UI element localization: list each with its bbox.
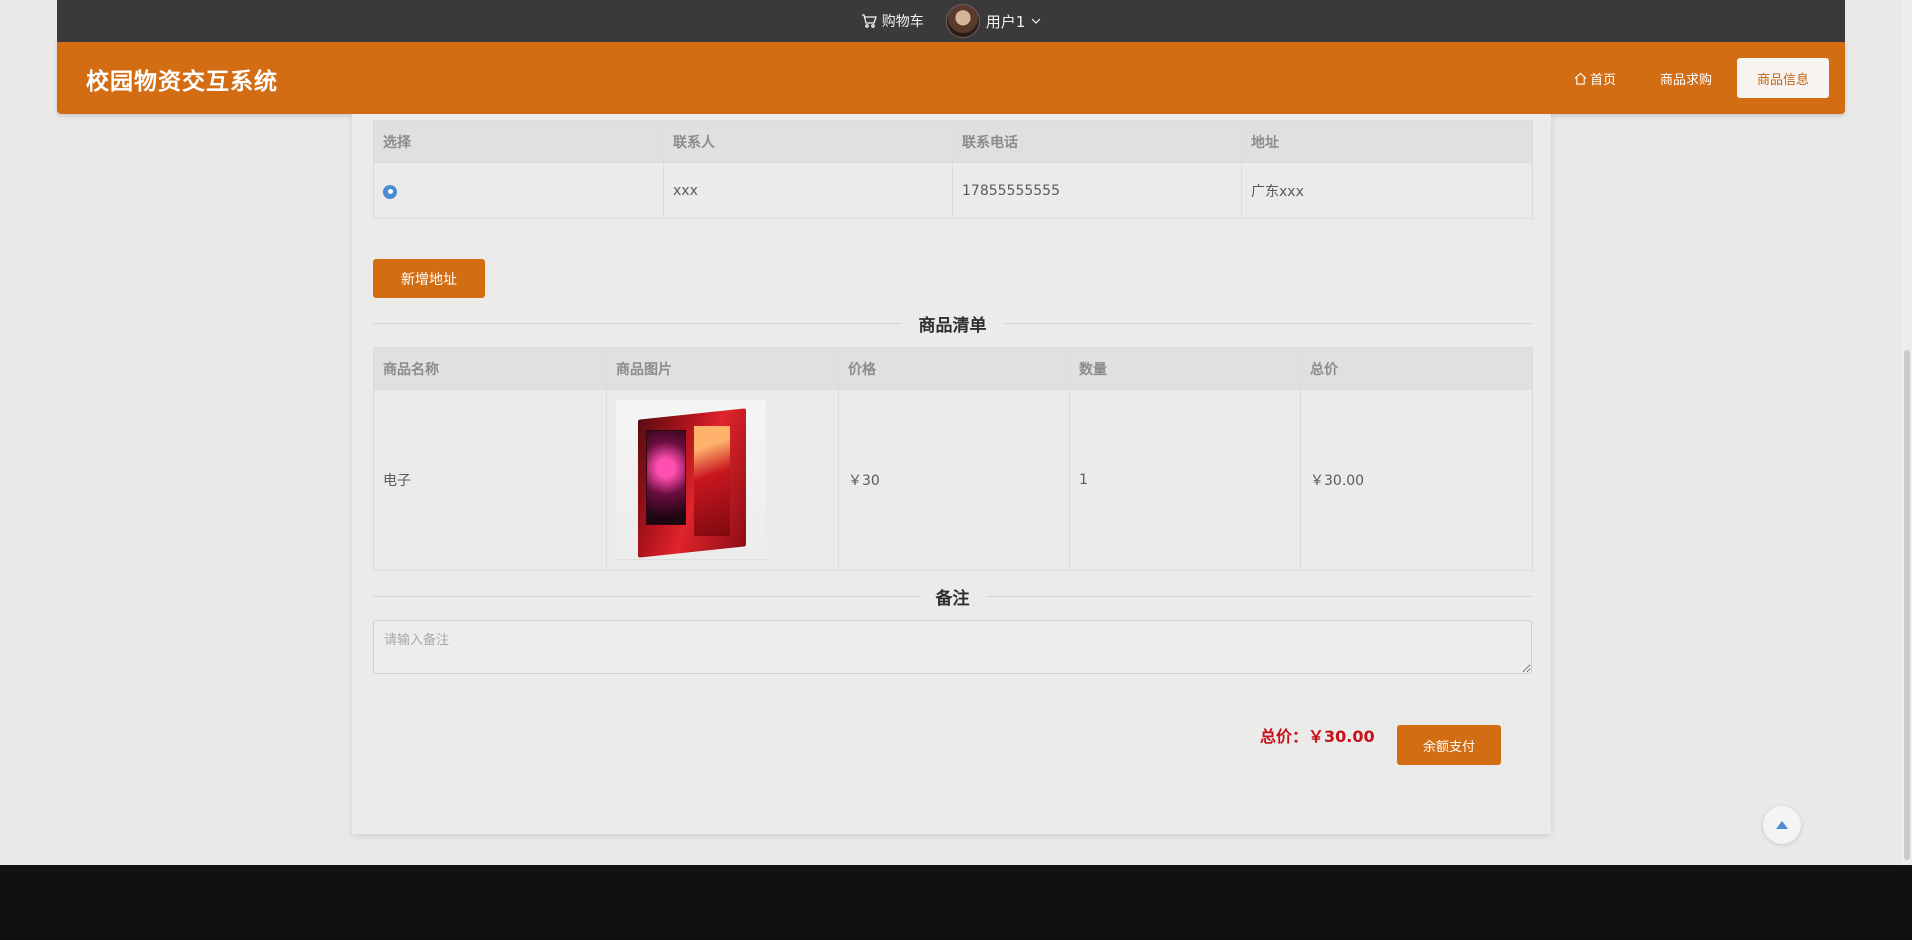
divider-line: [373, 322, 902, 324]
total-value: ￥30.00: [1308, 727, 1375, 746]
checkout-card: 选择 联系人 联系电话 地址 xxx 17855555555 广东xxx 新增地…: [352, 114, 1551, 834]
user-name: 用户1: [985, 12, 1026, 31]
remark-section-divider: 备注: [373, 586, 1532, 609]
main-nav: 首页 商品求购 商品信息: [1555, 58, 1829, 98]
quantity-cell: 1: [1069, 389, 1301, 571]
home-icon: [1574, 72, 1587, 85]
divider-line: [1003, 322, 1532, 324]
add-address-button[interactable]: 新增地址: [373, 259, 485, 298]
table-row[interactable]: xxx 17855555555 广东xxx: [373, 162, 1533, 219]
total-label: 总价：: [1260, 727, 1309, 746]
price-cell: ￥30: [838, 389, 1070, 571]
balance-pay-button[interactable]: 余额支付: [1397, 725, 1501, 765]
column-header: 联系电话: [952, 120, 1242, 163]
page-scrollbar[interactable]: [1902, 0, 1912, 865]
nav-product-info[interactable]: 商品信息: [1736, 58, 1829, 98]
goods-section-title: 商品清单: [918, 315, 987, 336]
goods-section-divider: 商品清单: [373, 313, 1532, 336]
address-cell: 广东xxx: [1241, 162, 1533, 219]
back-to-top-button[interactable]: [1763, 806, 1801, 844]
table-row: 电子 ￥30 1 ￥30.00: [373, 389, 1533, 571]
pc-case-glass: [646, 430, 686, 525]
nav-product-info-label: 商品信息: [1756, 72, 1809, 88]
column-header: 商品图片: [606, 347, 839, 390]
contact-cell: xxx: [663, 162, 953, 219]
select-cell: [373, 162, 664, 219]
nav-purchase-request[interactable]: 商品求购: [1641, 58, 1731, 98]
column-header: 数量: [1069, 347, 1301, 390]
cart-icon: [861, 14, 877, 28]
remark-section-title: 备注: [935, 588, 970, 609]
avatar: [945, 4, 980, 38]
row-total-cell: ￥30.00: [1300, 389, 1533, 571]
cart-label: 购物车: [881, 14, 924, 30]
goods-table: 商品名称 商品图片 价格 数量 总价 电子 ￥30 1 ￥30.00: [373, 347, 1533, 571]
address-table-header: 选择 联系人 联系电话 地址: [373, 120, 1533, 163]
address-table: 选择 联系人 联系电话 地址 xxx 17855555555 广东xxx: [373, 120, 1533, 219]
caret-up-icon: [1776, 821, 1788, 829]
column-header: 选择: [373, 120, 664, 163]
product-image-cell: [606, 389, 839, 571]
site-title: 校园物资交互系统: [86, 69, 278, 95]
cart-link[interactable]: 购物车: [861, 11, 924, 31]
column-header: 总价: [1300, 347, 1533, 390]
order-total: 总价：￥30.00: [1260, 723, 1375, 747]
scrollbar-thumb[interactable]: [1904, 350, 1910, 860]
chevron-down-icon: [1031, 18, 1041, 24]
goods-table-header: 商品名称 商品图片 价格 数量 总价: [373, 347, 1533, 390]
address-radio[interactable]: [383, 184, 397, 199]
column-header: 地址: [1241, 120, 1533, 163]
nav-home-label: 首页: [1589, 72, 1616, 88]
divider-line: [373, 595, 919, 597]
divider-line: [986, 595, 1532, 597]
page-footer: [0, 865, 1912, 940]
column-header: 价格: [838, 347, 1070, 390]
phone-cell: 17855555555: [952, 162, 1242, 219]
top-bar: 购物车 用户1: [57, 0, 1845, 42]
nav-purchase-request-label: 商品求购: [1659, 72, 1712, 88]
pc-case-art: [694, 426, 730, 536]
column-header: 联系人: [663, 120, 953, 163]
product-name-cell: 电子: [373, 389, 607, 571]
product-image[interactable]: [616, 400, 766, 560]
nav-home[interactable]: 首页: [1555, 58, 1635, 98]
site-header: 校园物资交互系统 首页 商品求购 商品信息: [57, 42, 1845, 114]
user-menu[interactable]: 用户1: [945, 4, 1042, 38]
column-header: 商品名称: [373, 347, 607, 390]
remark-input[interactable]: [373, 620, 1532, 674]
